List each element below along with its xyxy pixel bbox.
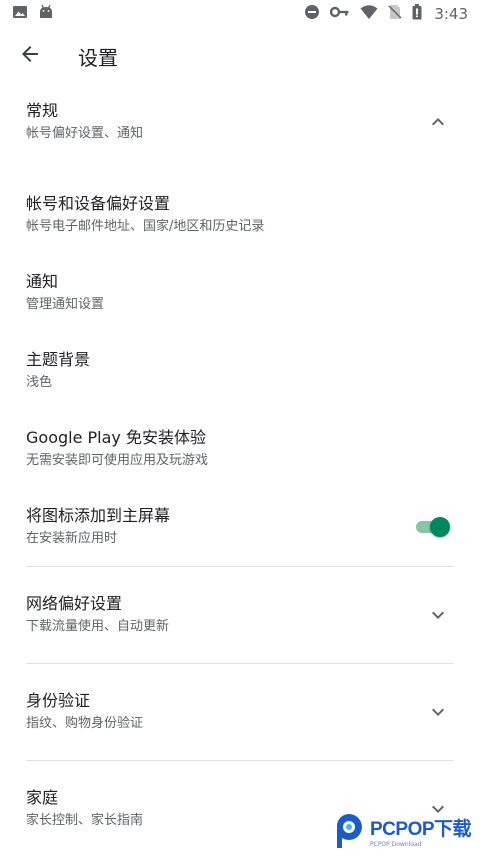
do-not-disturb-icon (304, 4, 320, 24)
item-theme[interactable]: 主题背景 浅色 (0, 332, 480, 410)
item-account-preferences[interactable]: 帐号和设备偏好设置 帐号电子邮件地址、国家/地区和历史记录 (0, 176, 480, 254)
page-title: 设置 (78, 45, 118, 70)
item-theme-title: 主题背景 (26, 350, 91, 369)
settings-list: 常规 帐号偏好设置、通知 帐号和设备偏好设置 帐号电子邮件地址、国家/地区和历史… (0, 98, 480, 857)
android-icon (38, 4, 54, 24)
section-network-title: 网络偏好设置 (26, 594, 123, 613)
battery-icon (412, 4, 422, 24)
section-auth-title: 身份验证 (26, 691, 91, 710)
item-account-subtitle: 帐号电子邮件地址、国家/地区和历史记录 (26, 219, 265, 234)
app-bar: 设置 (0, 28, 480, 84)
section-auth-subtitle: 指纹、购物身份验证 (26, 716, 144, 731)
item-notifications-subtitle: 管理通知设置 (26, 297, 105, 312)
back-button[interactable] (2, 28, 58, 84)
chevron-down-icon (426, 700, 450, 724)
pcpop-logo-icon (334, 812, 364, 850)
section-family-subtitle: 家长控制、家长指南 (26, 813, 144, 828)
no-sim-icon (388, 4, 402, 24)
status-bar: 3:43 (0, 0, 480, 28)
item-instant-apps[interactable]: Google Play 免安装体验 无需安装即可使用应用及玩游戏 (0, 410, 480, 488)
vpn-key-icon (330, 4, 350, 24)
section-general[interactable]: 常规 帐号偏好设置、通知 (0, 98, 480, 146)
status-time: 3:43 (434, 5, 468, 23)
item-add-icon-subtitle: 在安装新应用时 (26, 531, 118, 546)
chevron-up-icon (426, 110, 450, 134)
wifi-icon (360, 4, 378, 24)
item-account-title: 帐号和设备偏好设置 (26, 194, 171, 213)
watermark-sub: PCPOP Download (370, 841, 422, 848)
chevron-down-icon (426, 603, 450, 627)
section-family-title: 家庭 (26, 788, 59, 807)
image-icon (12, 4, 28, 24)
item-notifications-title: 通知 (26, 272, 59, 291)
toggle-thumb (430, 517, 450, 537)
arrow-back-icon (18, 42, 42, 70)
add-icon-toggle[interactable] (416, 515, 450, 539)
section-authentication[interactable]: 身份验证 指纹、购物身份验证 (0, 664, 480, 760)
section-network-subtitle: 下载流量使用、自动更新 (26, 619, 170, 634)
item-theme-subtitle: 浅色 (26, 375, 53, 390)
watermark-brand: PCPOP下载 (370, 819, 472, 840)
watermark: PCPOP下载 PCPOP Download (330, 809, 480, 853)
item-notifications[interactable]: 通知 管理通知设置 (0, 254, 480, 332)
item-instant-subtitle: 无需安装即可使用应用及玩游戏 (26, 453, 209, 468)
section-general-subtitle: 帐号偏好设置、通知 (26, 126, 144, 141)
item-add-icon-title: 将图标添加到主屏幕 (26, 506, 171, 525)
section-network[interactable]: 网络偏好设置 下载流量使用、自动更新 (0, 567, 480, 663)
item-add-icon[interactable]: 将图标添加到主屏幕 在安装新应用时 (0, 488, 480, 566)
item-instant-title: Google Play 免安装体验 (26, 428, 206, 447)
section-general-title: 常规 (26, 101, 59, 120)
